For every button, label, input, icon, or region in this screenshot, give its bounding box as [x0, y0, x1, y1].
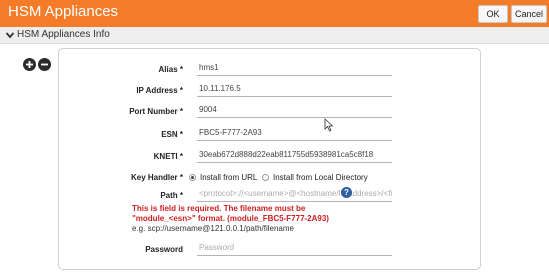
ip-address-label: IP Address *: [136, 86, 183, 95]
install-from-local-label[interactable]: Install from Local Directory: [273, 173, 368, 182]
section-title: HSM Appliances Info: [17, 29, 110, 40]
window-title: HSM Appliances: [8, 3, 119, 20]
esn-input[interactable]: FBC5-F777-2A93: [197, 128, 392, 141]
password-input[interactable]: Password: [197, 243, 392, 256]
ip-address-input[interactable]: 10.11.176.5: [197, 84, 392, 97]
install-from-url-label[interactable]: Install from URL: [200, 173, 257, 182]
plus-circle-icon[interactable]: [23, 58, 36, 71]
install-from-local-radio[interactable]: [262, 174, 269, 181]
mouse-cursor-icon: [324, 118, 334, 132]
path-label: Path *: [160, 191, 183, 200]
port-number-label: Port Number *: [129, 107, 183, 116]
question-circle-icon[interactable]: ?: [341, 187, 352, 198]
password-label: Password: [145, 245, 183, 254]
esn-label: ESN *: [161, 130, 183, 139]
install-from-url-radio[interactable]: [189, 174, 196, 181]
path-error-line1: This is field is required. The filename …: [132, 204, 306, 213]
kneti-input[interactable]: 30eab672d888d22eab811755d5938981ca5c8f18: [197, 150, 392, 163]
kneti-label: KNETI *: [153, 152, 183, 161]
key-handler-label: Key Handler *: [130, 173, 183, 182]
port-number-input[interactable]: 9004: [197, 105, 392, 118]
ok-button[interactable]: OK: [478, 5, 508, 23]
minus-circle-icon[interactable]: [38, 58, 51, 71]
title-bar: HSM Appliances OK Cancel: [0, 0, 549, 27]
appliance-form-panel: Alias * hms1 IP Address * 10.11.176.5 Po…: [58, 48, 481, 270]
section-header[interactable]: HSM Appliances Info: [0, 27, 549, 44]
chevron-down-icon: [5, 32, 15, 39]
alias-input[interactable]: hms1: [197, 63, 392, 76]
alias-label: Alias *: [158, 65, 183, 74]
path-error-line2: "module_<esn>" format. (module_FBC5-F777…: [132, 214, 329, 223]
path-example: e.g. scp://username@121.0.0.1/path/filen…: [132, 224, 294, 233]
cancel-button[interactable]: Cancel: [511, 5, 547, 23]
path-input[interactable]: <protocol>://<username>@<hostname/IP add…: [197, 189, 392, 202]
